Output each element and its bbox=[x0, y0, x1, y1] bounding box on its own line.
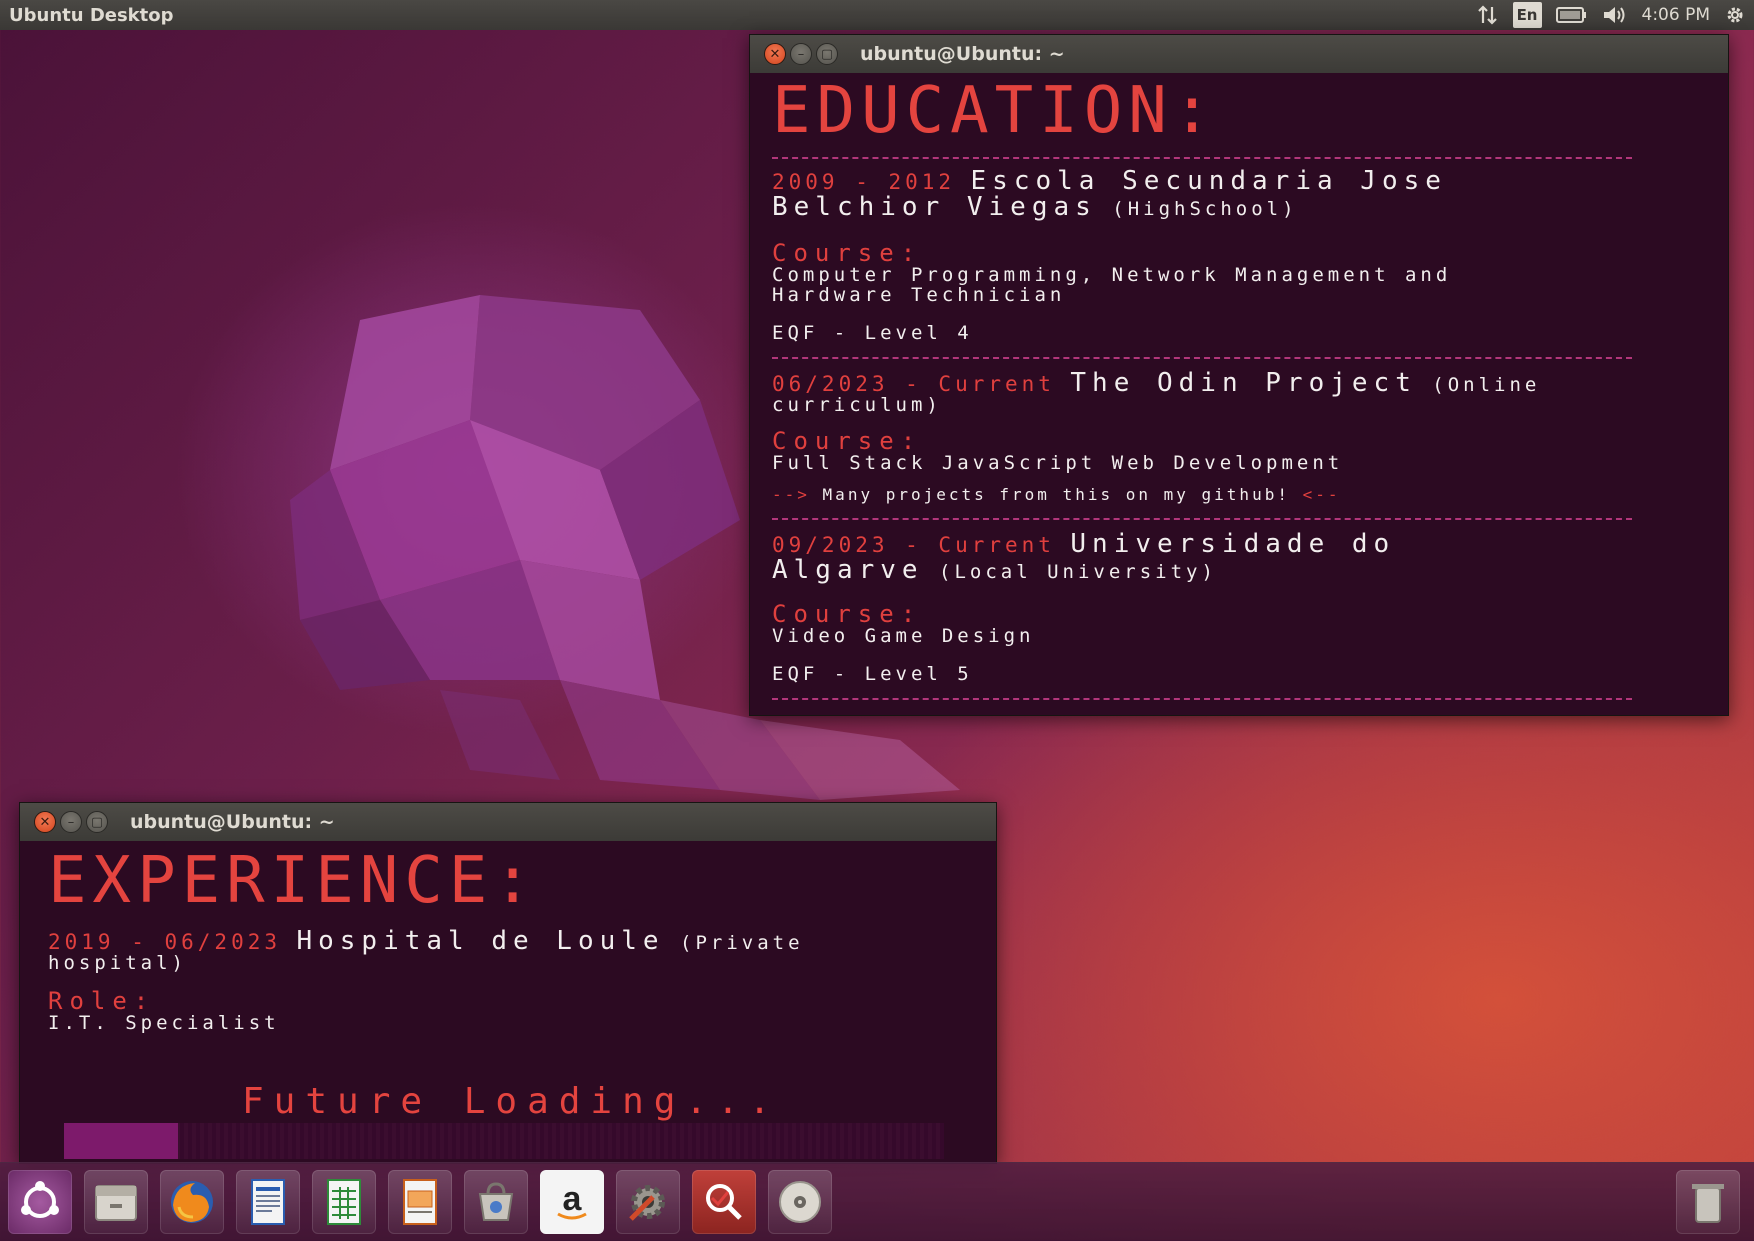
separator bbox=[772, 518, 1632, 520]
indicator-area: En 4:06 PM bbox=[1477, 2, 1754, 28]
education-entry: 09/2023 - Current Universidade do Algarv… bbox=[772, 531, 1728, 685]
window-titlebar[interactable]: ✕ – ▢ ubuntu@Ubuntu: ~ bbox=[750, 35, 1728, 73]
software-center-icon[interactable] bbox=[464, 1170, 528, 1234]
volume-icon[interactable] bbox=[1602, 3, 1628, 27]
note-arrow-right: <-- bbox=[1302, 485, 1341, 504]
entry-date: 09/2023 - Current bbox=[772, 533, 1055, 557]
calc-icon[interactable] bbox=[312, 1170, 376, 1234]
top-panel: Ubuntu Desktop En 4:06 PM bbox=[0, 0, 1754, 30]
gear-icon[interactable] bbox=[1724, 3, 1746, 27]
svg-text:a: a bbox=[563, 1180, 583, 1218]
entry-date: 06/2023 - Current bbox=[772, 372, 1055, 396]
maximize-icon[interactable]: ▢ bbox=[86, 811, 108, 833]
minimize-icon[interactable]: – bbox=[790, 43, 812, 65]
entry-institution: Hospital de Loule bbox=[296, 926, 665, 956]
files-icon[interactable] bbox=[84, 1170, 148, 1234]
network-arrows-icon[interactable] bbox=[1477, 3, 1499, 27]
entry-institution-note: (Local University) bbox=[939, 561, 1217, 583]
role-value: I.T. Specialist bbox=[48, 1012, 280, 1034]
education-heading: EDUCATION: bbox=[772, 74, 1218, 148]
entry-date: 2009 - 2012 bbox=[772, 170, 956, 194]
window-titlebar[interactable]: ✕ – ▢ ubuntu@Ubuntu: ~ bbox=[20, 803, 996, 841]
window-title: ubuntu@Ubuntu: ~ bbox=[130, 811, 335, 833]
loading-progress-fill bbox=[64, 1123, 179, 1159]
desktop-title: Ubuntu Desktop bbox=[9, 4, 174, 26]
experience-terminal-window[interactable]: ✕ – ▢ ubuntu@Ubuntu: ~ EXPERIENCE: 2019 … bbox=[19, 802, 997, 1164]
launcher-dock: a bbox=[0, 1162, 1754, 1241]
loading-text: Future Loading... bbox=[242, 1081, 781, 1122]
course-label: Course: bbox=[772, 427, 923, 455]
minimize-icon[interactable]: – bbox=[60, 811, 82, 833]
entry-institution: The Odin Project bbox=[1070, 368, 1417, 398]
course-line: Computer Programming, Network Management… bbox=[772, 264, 1452, 286]
course-line: Full Stack JavaScript Web Development bbox=[772, 452, 1344, 474]
entry-institution-note-cont: hospital) bbox=[48, 952, 187, 974]
separator bbox=[772, 157, 1632, 159]
education-entry: 06/2023 - Current The Odin Project (Onli… bbox=[772, 370, 1728, 504]
eqf-level: EQF - Level 5 bbox=[772, 663, 973, 685]
battery-icon[interactable] bbox=[1555, 3, 1588, 27]
experience-entry: 2019 - 06/2023 Hospital de Loule (Privat… bbox=[48, 928, 996, 1034]
disc-icon[interactable] bbox=[768, 1170, 832, 1234]
clock[interactable]: 4:06 PM bbox=[1642, 5, 1711, 25]
github-note: --> Many projects from this on my github… bbox=[772, 485, 1728, 504]
separator bbox=[772, 357, 1632, 359]
course-line: Hardware Technician bbox=[772, 284, 1066, 306]
entry-institution: Universidade do bbox=[1070, 529, 1396, 559]
education-entry: 2009 - 2012 Escola Secundaria Jose Belch… bbox=[772, 168, 1728, 344]
trash-icon[interactable] bbox=[1676, 1170, 1740, 1234]
eqf-level: EQF - Level 4 bbox=[772, 322, 973, 344]
course-label: Course: bbox=[772, 600, 923, 628]
course-label: Course: bbox=[772, 239, 923, 267]
search-app-icon[interactable] bbox=[692, 1170, 756, 1234]
firefox-icon[interactable] bbox=[160, 1170, 224, 1234]
entry-institution-cont: Belchior Viegas bbox=[772, 192, 1097, 222]
entry-institution-note: (Private bbox=[680, 932, 804, 954]
close-icon[interactable]: ✕ bbox=[764, 43, 786, 65]
amazon-icon[interactable]: a bbox=[540, 1170, 604, 1234]
maximize-icon[interactable]: ▢ bbox=[816, 43, 838, 65]
entry-institution-note: (Online bbox=[1432, 374, 1541, 396]
education-terminal-window[interactable]: ✕ – ▢ ubuntu@Ubuntu: ~ EDUCATION: 2009 -… bbox=[749, 34, 1729, 716]
course-line: Video Game Design bbox=[772, 625, 1035, 647]
system-settings-icon[interactable] bbox=[616, 1170, 680, 1234]
impress-icon[interactable] bbox=[388, 1170, 452, 1234]
window-title: ubuntu@Ubuntu: ~ bbox=[860, 43, 1065, 65]
entry-institution-note-cont: curriculum) bbox=[772, 394, 942, 416]
writer-icon[interactable] bbox=[236, 1170, 300, 1234]
experience-heading: EXPERIENCE: bbox=[48, 844, 538, 918]
note-text: Many projects from this on my github! bbox=[822, 485, 1290, 504]
close-icon[interactable]: ✕ bbox=[34, 811, 56, 833]
loading-progress-bar bbox=[64, 1123, 944, 1159]
separator bbox=[772, 698, 1632, 700]
entry-date: 2019 - 06/2023 bbox=[48, 930, 282, 954]
keyboard-layout-icon[interactable]: En bbox=[1512, 2, 1542, 28]
entry-institution-cont: Algarve bbox=[772, 555, 924, 585]
entry-institution-note: (HighSchool) bbox=[1112, 198, 1298, 220]
role-label: Role: bbox=[48, 987, 156, 1015]
ubuntu-logo-icon[interactable] bbox=[8, 1170, 72, 1234]
note-arrow-left: --> bbox=[772, 485, 810, 504]
